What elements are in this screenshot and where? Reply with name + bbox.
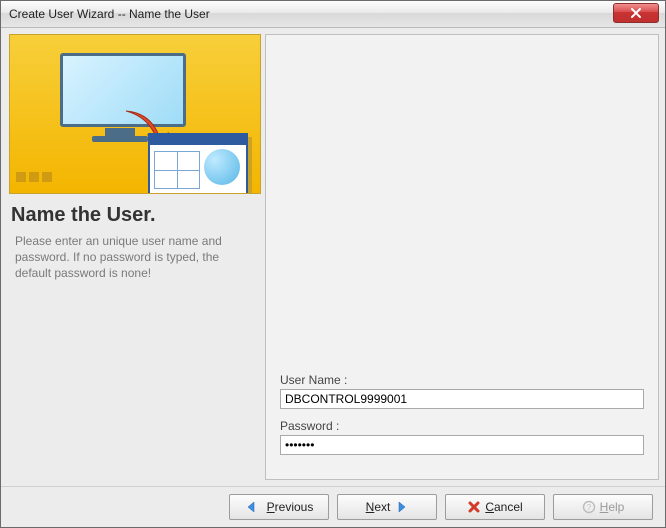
previous-text: Previous: [267, 500, 314, 514]
password-field-group: Password :: [280, 419, 644, 455]
previous-button[interactable]: P Previous: [229, 494, 329, 520]
password-input[interactable]: [280, 435, 644, 455]
close-icon: [629, 6, 643, 20]
arrow-left-icon: [245, 500, 259, 514]
main-panel: User Name : Password :: [265, 34, 659, 480]
username-input[interactable]: [280, 389, 644, 409]
user-form: User Name : Password :: [280, 373, 644, 465]
step-description: Please enter an unique user name and pas…: [9, 233, 259, 282]
wizard-banner: [9, 34, 261, 194]
decor-squares: [16, 172, 55, 185]
help-text: Help: [600, 500, 625, 514]
content-area: Name the User. Please enter an unique us…: [1, 28, 665, 486]
window-body: Name the User. Please enter an unique us…: [1, 28, 665, 527]
next-text: Next: [366, 500, 391, 514]
step-heading: Name the User.: [11, 204, 259, 227]
next-button[interactable]: Next: [337, 494, 437, 520]
svg-text:?: ?: [586, 503, 591, 512]
button-row: P Previous Next Cancel ? Help: [1, 486, 665, 527]
cancel-text: Cancel: [485, 500, 522, 514]
password-label: Password :: [280, 419, 644, 433]
wizard-window: Create User Wizard -- Name the User: [0, 0, 666, 528]
help-icon: ?: [582, 500, 596, 514]
username-field-group: User Name :: [280, 373, 644, 409]
window-title: Create User Wizard -- Name the User: [9, 7, 210, 21]
cancel-icon: [467, 500, 481, 514]
close-button[interactable]: [613, 3, 659, 23]
help-button[interactable]: ? Help: [553, 494, 653, 520]
wizard-sidebar: Name the User. Please enter an unique us…: [9, 34, 259, 480]
username-label: User Name :: [280, 373, 644, 387]
cancel-button[interactable]: Cancel: [445, 494, 545, 520]
titlebar: Create User Wizard -- Name the User: [1, 1, 665, 28]
arrow-right-icon: [394, 500, 408, 514]
form-graphic: [148, 133, 248, 194]
